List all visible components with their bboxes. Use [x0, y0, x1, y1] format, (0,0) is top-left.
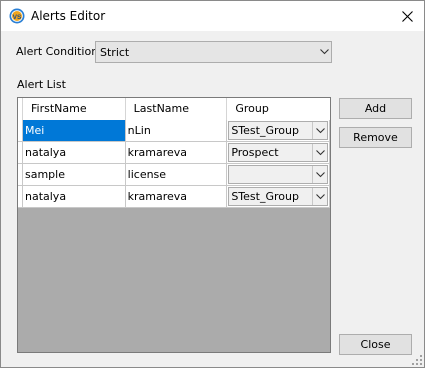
column-header-lastname[interactable]: LastName — [126, 98, 228, 120]
group-dropdown[interactable]: STest_Group — [228, 121, 328, 140]
group-value: STest_Group — [231, 190, 299, 203]
title-bar: VS Alerts Editor — [1, 1, 424, 31]
group-value: STest_Group — [231, 124, 299, 137]
close-window-button[interactable] — [390, 1, 424, 31]
table-row[interactable]: natalya kramareva Prospect — [18, 142, 330, 164]
cell-firstname[interactable]: natalya — [22, 142, 126, 164]
cell-firstname[interactable]: Mei — [22, 120, 126, 142]
cell-lastname[interactable]: kramareva — [125, 142, 228, 164]
cell-group[interactable]: STest_Group — [227, 186, 330, 208]
grid-header: FirstName LastName Group — [18, 98, 330, 121]
chevron-down-icon[interactable] — [312, 144, 327, 161]
window-title: Alerts Editor — [31, 9, 106, 23]
cell-group[interactable]: Prospect — [227, 142, 330, 164]
alert-condition-label: Alert Condition — [16, 45, 99, 58]
add-button[interactable]: Add — [339, 98, 412, 119]
chevron-down-icon[interactable] — [312, 122, 327, 139]
close-icon — [401, 10, 413, 22]
chevron-down-icon — [317, 42, 331, 62]
group-dropdown[interactable]: Prospect — [228, 143, 328, 162]
chevron-down-icon[interactable] — [312, 188, 327, 205]
cell-firstname[interactable]: sample — [22, 164, 126, 186]
cell-lastname[interactable]: license — [125, 164, 228, 186]
alert-condition-value: Strict — [100, 45, 130, 59]
cell-lastname[interactable]: nLin — [125, 120, 228, 142]
table-row[interactable]: sample license — [18, 164, 330, 186]
alert-list-label: Alert List — [17, 78, 66, 91]
svg-text:VS: VS — [13, 14, 22, 21]
cell-firstname[interactable]: natalya — [22, 186, 126, 208]
table-row[interactable]: natalya kramareva STest_Group — [18, 186, 330, 208]
chevron-down-icon[interactable] — [312, 166, 327, 183]
column-header-firstname[interactable]: FirstName — [23, 98, 126, 120]
column-header-group[interactable]: Group — [227, 98, 330, 120]
group-dropdown[interactable] — [228, 165, 328, 184]
group-dropdown[interactable]: STest_Group — [228, 187, 328, 206]
alert-list-grid[interactable]: FirstName LastName Group Mei nLin STest_… — [17, 97, 331, 353]
cell-group[interactable]: STest_Group — [227, 120, 330, 142]
table-row[interactable]: Mei nLin STest_Group — [18, 120, 330, 142]
vs-app-icon: VS — [9, 8, 25, 24]
close-button[interactable]: Close — [339, 334, 412, 355]
cell-group[interactable] — [227, 164, 330, 186]
cell-lastname[interactable]: kramareva — [125, 186, 228, 208]
alerts-editor-window: VS Alerts Editor Alert Condition Strict … — [0, 0, 425, 368]
resize-grip-icon[interactable] — [412, 355, 422, 365]
group-value: Prospect — [231, 146, 279, 159]
alert-condition-dropdown[interactable]: Strict — [95, 41, 332, 63]
remove-button[interactable]: Remove — [339, 127, 412, 148]
